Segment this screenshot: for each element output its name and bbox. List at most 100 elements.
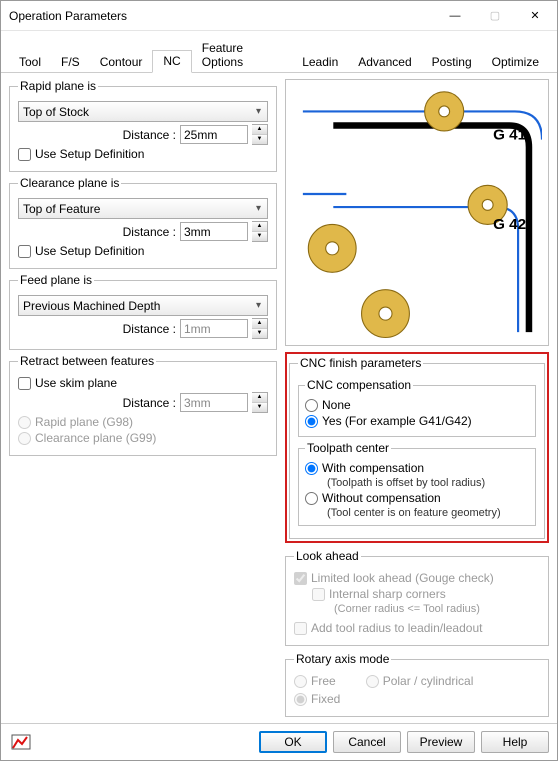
- comp-none-label: None: [322, 398, 351, 412]
- minimize-button[interactable]: —: [435, 2, 475, 30]
- tab-leadin[interactable]: Leadin: [292, 52, 348, 73]
- g41-label: G 41: [493, 127, 527, 144]
- cnc-finish-group: CNC finish parameters CNC compensation N…: [289, 356, 545, 539]
- tab-feature-options[interactable]: Feature Options: [192, 38, 292, 73]
- clearance-use-setup-label: Use Setup Definition: [35, 244, 144, 258]
- tp-with-desc: (Toolpath is offset by tool radius): [327, 477, 529, 489]
- toolpath-center-group: Toolpath center With compensation (Toolp…: [298, 441, 536, 526]
- retract-rapid-radio: [18, 416, 31, 429]
- tp-with-radio[interactable]: [305, 462, 318, 475]
- clearance-distance-label: Distance :: [116, 225, 176, 239]
- rotary-legend: Rotary axis mode: [294, 652, 391, 666]
- rapid-use-setup-checkbox[interactable]: [18, 148, 31, 161]
- rotary-fixed-label: Fixed: [311, 692, 340, 706]
- tab-contour[interactable]: Contour: [90, 52, 153, 73]
- tab-posting[interactable]: Posting: [422, 52, 482, 73]
- preview-button[interactable]: Preview: [407, 731, 475, 753]
- feed-plane-legend: Feed plane is: [18, 273, 94, 287]
- button-bar: OK Cancel Preview Help: [1, 723, 557, 760]
- maximize-button: ▢: [475, 2, 515, 30]
- tab-nc[interactable]: NC: [152, 50, 191, 73]
- title-bar: Operation Parameters — ▢ ✕: [1, 1, 557, 31]
- look-ahead-legend: Look ahead: [294, 549, 361, 563]
- right-column: G 41 G 42 CNC finish parameters CNC comp…: [285, 79, 549, 719]
- rapid-plane-select[interactable]: Top of Stock: [18, 101, 268, 122]
- retract-distance-spinner: ▲ ▼: [252, 392, 268, 413]
- clearance-plane-group: Clearance plane is Top of Feature Distan…: [9, 176, 277, 269]
- dialog-window: Operation Parameters — ▢ ✕ Tool F/S Cont…: [0, 0, 558, 761]
- feed-plane-value: Previous Machined Depth: [23, 299, 160, 313]
- tab-optimize[interactable]: Optimize: [482, 52, 549, 73]
- rotary-group: Rotary axis mode Free Polar / cylindrica…: [285, 652, 549, 717]
- tp-without-label: Without compensation: [322, 491, 441, 505]
- tp-with-label: With compensation: [322, 461, 424, 475]
- tab-strip: Tool F/S Contour NC Feature Options Lead…: [1, 31, 557, 73]
- retract-distance-label: Distance :: [116, 396, 176, 410]
- spin-up-icon: ▲: [252, 393, 267, 403]
- spin-down-icon: ▼: [252, 329, 267, 338]
- cancel-button[interactable]: Cancel: [333, 731, 401, 753]
- g42-label: G 42: [493, 216, 526, 233]
- cnc-finish-highlight: CNC finish parameters CNC compensation N…: [285, 352, 549, 543]
- close-button[interactable]: ✕: [515, 2, 555, 30]
- limited-look-ahead-checkbox: [294, 572, 307, 585]
- clearance-distance-input[interactable]: [180, 222, 248, 241]
- spin-down-icon: ▼: [252, 403, 267, 412]
- retract-distance-input: [180, 393, 248, 412]
- use-skim-label: Use skim plane: [35, 376, 117, 390]
- use-skim-checkbox[interactable]: [18, 377, 31, 390]
- tab-tool[interactable]: Tool: [9, 52, 51, 73]
- rapid-plane-value: Top of Stock: [23, 105, 89, 119]
- left-column: Rapid plane is Top of Stock Distance : ▲…: [9, 79, 277, 719]
- retract-legend: Retract between features: [18, 354, 156, 368]
- spin-down-icon[interactable]: ▼: [252, 232, 267, 241]
- add-tool-radius-checkbox: [294, 622, 307, 635]
- comp-none-radio[interactable]: [305, 399, 318, 412]
- clearance-plane-legend: Clearance plane is: [18, 176, 121, 190]
- retract-clearance-label: Clearance plane (G99): [35, 431, 156, 445]
- limited-look-ahead-label: Limited look ahead (Gouge check): [311, 571, 494, 585]
- rapid-distance-input[interactable]: [180, 125, 248, 144]
- clearance-distance-spinner[interactable]: ▲ ▼: [252, 221, 268, 242]
- rotary-free-radio: [294, 675, 307, 688]
- dialog-content: Rapid plane is Top of Stock Distance : ▲…: [1, 73, 557, 723]
- rotary-free-label: Free: [311, 674, 336, 688]
- spin-down-icon[interactable]: ▼: [252, 135, 267, 144]
- rotary-polar-label: Polar / cylindrical: [383, 674, 474, 688]
- internal-sharp-desc: (Corner radius <= Tool radius): [334, 603, 540, 615]
- tab-advanced[interactable]: Advanced: [348, 52, 421, 73]
- comp-yes-label: Yes (For example G41/G42): [322, 414, 472, 428]
- retract-group: Retract between features Use skim plane …: [9, 354, 277, 456]
- tp-without-desc: (Tool center is on feature geometry): [327, 507, 529, 519]
- window-title: Operation Parameters: [9, 9, 435, 23]
- spin-up-icon[interactable]: ▲: [252, 222, 267, 232]
- feed-distance-input: [180, 319, 248, 338]
- tab-fs[interactable]: F/S: [51, 52, 90, 73]
- spin-up-icon: ▲: [252, 319, 267, 329]
- compensation-preview: G 41 G 42: [285, 79, 549, 346]
- rapid-plane-group: Rapid plane is Top of Stock Distance : ▲…: [9, 79, 277, 172]
- cnc-compensation-legend: CNC compensation: [305, 378, 413, 392]
- look-ahead-group: Look ahead Limited look ahead (Gouge che…: [285, 549, 549, 646]
- help-button[interactable]: Help: [481, 731, 549, 753]
- clearance-use-setup-checkbox[interactable]: [18, 245, 31, 258]
- app-icon: [9, 730, 33, 754]
- internal-sharp-label: Internal sharp corners: [329, 587, 446, 601]
- rapid-distance-spinner[interactable]: ▲ ▼: [252, 124, 268, 145]
- retract-clearance-radio: [18, 432, 31, 445]
- toolpath-center-legend: Toolpath center: [305, 441, 391, 455]
- clearance-plane-select[interactable]: Top of Feature: [18, 198, 268, 219]
- spin-up-icon[interactable]: ▲: [252, 125, 267, 135]
- feed-distance-label: Distance :: [116, 322, 176, 336]
- feed-distance-spinner: ▲ ▼: [252, 318, 268, 339]
- clearance-plane-value: Top of Feature: [23, 202, 100, 216]
- ok-button[interactable]: OK: [259, 731, 327, 753]
- retract-rapid-label: Rapid plane (G98): [35, 415, 133, 429]
- feed-plane-select[interactable]: Previous Machined Depth: [18, 295, 268, 316]
- tp-without-radio[interactable]: [305, 492, 318, 505]
- feed-plane-group: Feed plane is Previous Machined Depth Di…: [9, 273, 277, 350]
- cnc-compensation-group: CNC compensation None Yes (For example G…: [298, 378, 536, 437]
- cnc-finish-legend: CNC finish parameters: [298, 356, 423, 370]
- add-tool-radius-label: Add tool radius to leadin/leadout: [311, 621, 482, 635]
- comp-yes-radio[interactable]: [305, 415, 318, 428]
